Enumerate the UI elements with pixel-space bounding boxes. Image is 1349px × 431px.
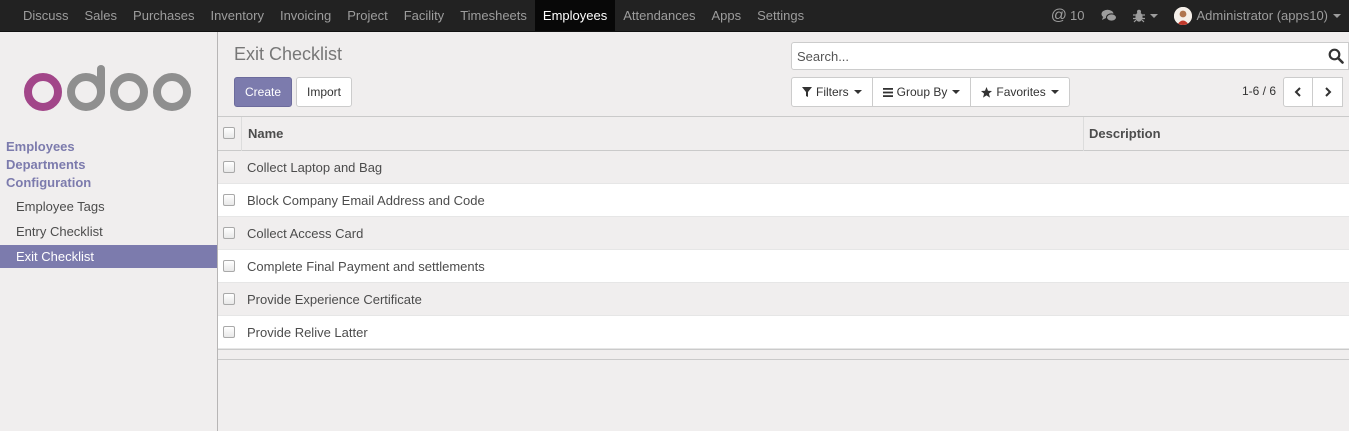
bug-icon	[1132, 9, 1145, 22]
group-by-label: Group By	[896, 85, 948, 99]
menu-item-invoicing[interactable]: Invoicing	[272, 0, 339, 31]
chevron-right-icon	[1324, 87, 1331, 97]
list-view: Name Description Collect Laptop and Bag …	[218, 117, 1349, 360]
row-name: Complete Final Payment and settlements	[247, 259, 485, 274]
search-box	[791, 42, 1349, 70]
row-name: Provide Relive Latter	[247, 325, 368, 340]
sidebar-item-entry-checklist[interactable]: Entry Checklist	[0, 220, 217, 243]
pager-buttons	[1283, 77, 1343, 107]
control-panel: Exit Checklist Create Import Filters Gro…	[218, 32, 1349, 117]
column-header-description[interactable]: Description	[1089, 126, 1161, 141]
menu-item-sales[interactable]: Sales	[77, 0, 126, 31]
table-row[interactable]: Collect Laptop and Bag	[218, 151, 1349, 184]
table-footer	[218, 349, 1349, 360]
menu-item-settings[interactable]: Settings	[749, 0, 812, 31]
filter-icon	[802, 87, 812, 97]
search-input[interactable]	[792, 43, 1312, 69]
chat-button[interactable]	[1093, 9, 1125, 23]
table-row[interactable]: Provide Relive Latter	[218, 316, 1349, 349]
menu-item-facility[interactable]: Facility	[396, 0, 452, 31]
user-name: Administrator (apps10)	[1196, 8, 1329, 23]
table-row[interactable]: Complete Final Payment and settlements	[218, 250, 1349, 283]
menu-item-apps[interactable]: Apps	[704, 0, 750, 31]
row-checkbox[interactable]	[223, 161, 235, 173]
menu-item-discuss[interactable]: Discuss	[15, 0, 77, 31]
row-checkbox[interactable]	[223, 194, 235, 206]
create-button[interactable]: Create	[234, 77, 293, 107]
mentions-count: 10	[1070, 8, 1085, 23]
filters-button[interactable]: Filters	[792, 78, 873, 106]
top-navbar: Discuss Sales Purchases Inventory Invoic…	[0, 0, 1349, 32]
row-name: Block Company Email Address and Code	[247, 193, 485, 208]
menu-item-project[interactable]: Project	[339, 0, 395, 31]
row-name: Provide Experience Certificate	[247, 292, 422, 307]
menu-item-purchases[interactable]: Purchases	[125, 0, 202, 31]
menu-item-inventory[interactable]: Inventory	[202, 0, 271, 31]
systray: @ 10 Administrator (apps10)	[1043, 0, 1349, 31]
avatar	[1173, 6, 1192, 25]
debug-button[interactable]	[1125, 9, 1166, 23]
table-row[interactable]: Block Company Email Address and Code	[218, 184, 1349, 217]
search-options: Filters Group By Favorites	[791, 77, 1070, 107]
sidebar: Employees Departments Configuration Empl…	[0, 32, 218, 431]
select-all-cell	[218, 117, 242, 151]
favorites-label: Favorites	[996, 85, 1046, 99]
row-name: Collect Laptop and Bag	[247, 160, 383, 175]
menu-item-attendances[interactable]: Attendances	[615, 0, 703, 31]
table-row[interactable]: Collect Access Card	[218, 217, 1349, 250]
filters-label: Filters	[816, 85, 849, 99]
table-header: Name Description	[218, 117, 1349, 151]
chevron-left-icon	[1294, 87, 1301, 97]
main-menu: Discuss Sales Purchases Inventory Invoic…	[15, 0, 812, 31]
comments-icon	[1101, 9, 1117, 22]
search-icon[interactable]	[1328, 48, 1344, 64]
sidebar-section-departments[interactable]: Departments	[6, 157, 85, 172]
menu-item-employees[interactable]: Employees	[534, 0, 616, 31]
odoo-logo	[24, 65, 191, 111]
row-checkbox[interactable]	[223, 227, 235, 239]
mentions-button[interactable]: @ 10	[1043, 0, 1093, 31]
favorites-button[interactable]: Favorites	[971, 78, 1068, 106]
table-row[interactable]: Provide Experience Certificate	[218, 283, 1349, 316]
page-title: Exit Checklist	[234, 44, 343, 64]
row-checkbox[interactable]	[223, 260, 235, 272]
sidebar-section-employees[interactable]: Employees	[6, 139, 75, 154]
import-button[interactable]: Import	[296, 77, 353, 107]
bars-icon	[882, 87, 893, 97]
sidebar-item-exit-checklist[interactable]: Exit Checklist	[0, 245, 217, 268]
row-name: Collect Access Card	[247, 226, 364, 241]
star-icon	[981, 86, 993, 98]
pager-value[interactable]: 1-6 / 6	[1242, 84, 1276, 98]
sidebar-item-employee-tags[interactable]: Employee Tags	[0, 195, 217, 218]
pager-previous-button[interactable]	[1283, 77, 1313, 107]
group-by-button[interactable]: Group By	[873, 78, 972, 106]
row-checkbox[interactable]	[223, 293, 235, 305]
pager-next-button[interactable]	[1313, 77, 1343, 107]
column-header-name[interactable]: Name	[248, 126, 283, 141]
menu-item-timesheets[interactable]: Timesheets	[452, 0, 535, 31]
sidebar-section-configuration[interactable]: Configuration	[6, 175, 91, 190]
row-checkbox[interactable]	[223, 326, 235, 338]
at-icon: @	[1050, 7, 1068, 24]
user-menu[interactable]: Administrator (apps10)	[1166, 0, 1349, 31]
select-all-checkbox[interactable]	[223, 127, 235, 139]
